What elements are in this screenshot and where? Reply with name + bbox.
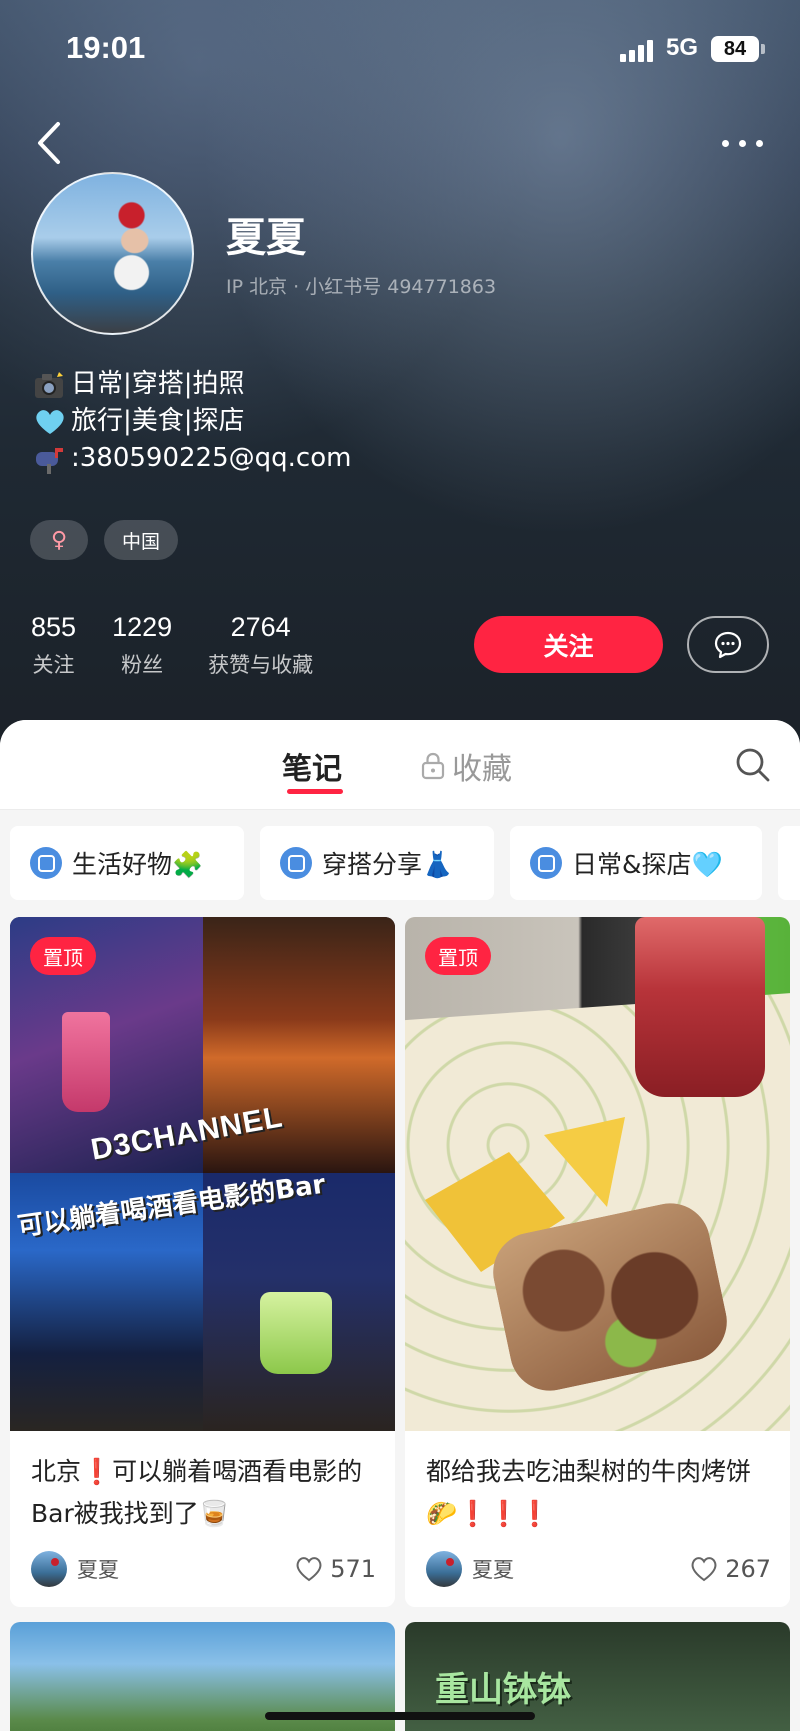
status-bar: 19:01 5G 84 — [0, 0, 800, 100]
stat-label: 粉丝 — [121, 653, 164, 677]
profile-header: 19:01 5G 84 夏夏 IP 北京 · 小红书号 494771863 日常… — [0, 0, 800, 760]
note-footer: 夏夏 267 — [426, 1549, 771, 1589]
light-blue-heart-icon — [33, 407, 67, 437]
stat-following[interactable]: 855 关注 — [31, 612, 76, 679]
profile-tags: ♀ 中国 — [30, 520, 179, 560]
avatar[interactable] — [31, 172, 194, 335]
chat-bubble-icon — [714, 631, 742, 658]
stat-likes-and-collects[interactable]: 2764 获赞与收藏 — [208, 612, 313, 679]
bio-line: :380590225@qq.com — [33, 440, 351, 477]
message-button[interactable] — [687, 616, 769, 673]
collection-chip[interactable]: 穿搭分享👗 — [260, 826, 494, 900]
camera-flash-icon — [33, 370, 67, 400]
note-title: 都给我去吃油梨树的牛肉烤饼🌮❗️❗️❗️ — [426, 1457, 752, 1528]
author-name[interactable]: 夏夏 — [77, 1554, 119, 1584]
tab-bar: 笔记 收藏 — [0, 720, 800, 810]
chevron-left-icon — [38, 122, 60, 164]
collection-chip-partial[interactable] — [778, 826, 800, 900]
more-button[interactable] — [718, 130, 768, 156]
bio-text: 日常|穿搭|拍照 — [71, 369, 245, 399]
cover-text: 重山钵钵 — [435, 1670, 571, 1710]
back-button[interactable] — [30, 118, 74, 168]
author-avatar[interactable] — [31, 1551, 67, 1587]
stat-followers[interactable]: 1229 粉丝 — [112, 612, 172, 679]
follow-button[interactable]: 关注 — [474, 616, 663, 673]
tab-notes[interactable]: 笔记 — [282, 744, 342, 788]
like-count: 267 — [725, 1555, 771, 1583]
home-indicator[interactable] — [265, 1712, 535, 1720]
content-sheet: 笔记 收藏 生活好物🧩 穿搭分享👗 日常&探店🩵 D3CHANNEL 可以躺着喝… — [0, 720, 800, 1731]
stat-value: 2764 — [230, 612, 291, 642]
region-tag: 中国 — [104, 520, 179, 560]
note-cover: 置顶 — [405, 917, 790, 1431]
battery-tip — [761, 44, 765, 54]
collection-icon — [30, 847, 62, 879]
profile-stats: 855 关注 1229 粉丝 2764 获赞与收藏 — [31, 612, 349, 679]
bio-line: 旅行|美食|探店 — [33, 403, 351, 440]
stat-value: 855 — [31, 612, 77, 642]
note-card[interactable]: D3CHANNEL 可以躺着喝酒看电影的Bar 置顶 北京❗️可以躺着喝酒看电影… — [10, 917, 395, 1607]
chip-label: 日常&探店🩵 — [572, 850, 723, 879]
like-button[interactable]: 267 — [689, 1555, 771, 1583]
note-title: 北京❗️可以躺着喝酒看电影的Bar被我找到了🥃 — [31, 1457, 363, 1528]
pinned-badge: 置顶 — [425, 937, 491, 975]
bio-line: 日常|穿搭|拍照 — [33, 366, 351, 403]
note-card[interactable]: 置顶 都给我去吃油梨树的牛肉烤饼🌮❗️❗️❗️ 夏夏 267 — [405, 917, 790, 1607]
gender-tag: ♀ — [30, 520, 88, 560]
lock-icon — [421, 752, 445, 780]
note-cover: D3CHANNEL 可以躺着喝酒看电影的Bar 置顶 — [10, 917, 395, 1431]
tab-collections[interactable]: 收藏 — [420, 744, 512, 788]
bio: 日常|穿搭|拍照 旅行|美食|探店 :380590225@qq.com — [33, 366, 351, 477]
author-avatar[interactable] — [426, 1551, 462, 1587]
active-tab-indicator — [287, 789, 343, 794]
chip-label: 生活好物🧩 — [72, 850, 204, 879]
author-name[interactable]: 夏夏 — [472, 1554, 514, 1584]
collection-chip[interactable]: 日常&探店🩵 — [510, 826, 762, 900]
stat-label: 关注 — [32, 653, 75, 677]
status-time: 19:01 — [66, 30, 146, 65]
mailbox-icon — [33, 444, 67, 474]
search-button[interactable] — [734, 746, 772, 784]
chip-label: 穿搭分享👗 — [322, 850, 454, 879]
heart-icon — [691, 1557, 717, 1582]
bio-text: 旅行|美食|探店 — [71, 406, 245, 436]
search-icon — [736, 748, 770, 782]
stat-label: 获赞与收藏 — [208, 653, 314, 677]
pinned-badge: 置顶 — [30, 937, 96, 975]
battery-icon: 84 — [711, 36, 759, 62]
heart-icon — [296, 1557, 322, 1582]
collection-chips: 生活好物🧩 穿搭分享👗 日常&探店🩵 — [0, 826, 800, 902]
collection-icon — [530, 847, 562, 879]
collection-chip[interactable]: 生活好物🧩 — [10, 826, 244, 900]
nickname: 夏夏 — [226, 215, 306, 261]
tab-label: 收藏 — [452, 752, 512, 787]
bio-text: :380590225@qq.com — [71, 443, 352, 473]
signal-icon — [620, 40, 656, 62]
like-button[interactable]: 571 — [294, 1555, 376, 1583]
ip-and-id: IP 北京 · 小红书号 494771863 — [226, 276, 497, 298]
note-footer: 夏夏 571 — [31, 1549, 376, 1589]
collection-icon — [280, 847, 312, 879]
network-type: 5G — [666, 34, 699, 61]
like-count: 571 — [330, 1555, 376, 1583]
stat-value: 1229 — [112, 612, 173, 642]
